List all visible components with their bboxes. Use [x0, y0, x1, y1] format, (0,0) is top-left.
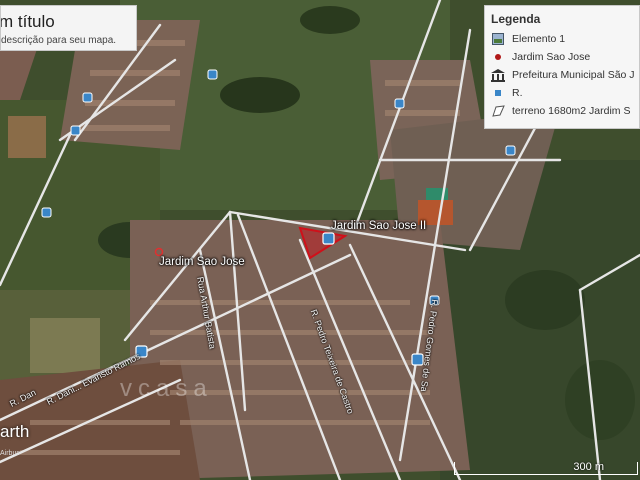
polygon-icon: [491, 104, 505, 118]
legend-title: Legenda: [491, 12, 541, 26]
legend-item-r[interactable]: R.: [491, 84, 639, 102]
imagery-credit: Airbus: [0, 450, 20, 457]
watermark: vcasa: [120, 375, 213, 402]
place-label-jardim[interactable]: Jardim Sao Jose: [159, 256, 245, 268]
map-title: m título: [0, 12, 55, 31]
scale-bar-label: 300 m: [573, 461, 604, 473]
scale-bar: 300 m: [454, 458, 640, 480]
blue-square-icon: [491, 86, 505, 100]
legend-item-prefeitura[interactable]: Prefeitura Municipal São J: [491, 66, 639, 84]
map-title-panel: m título descrição para seu mapa.: [0, 5, 137, 51]
legend-item-label: R.: [512, 87, 523, 99]
government-building-icon: [491, 68, 505, 82]
legend-panel: Legenda Elemento 1 Jardim Sao Jose Prefe…: [484, 5, 640, 129]
legend-item-elemento[interactable]: Elemento 1: [491, 30, 639, 48]
place-label-jardim-ii[interactable]: Jardim Sao Jose II: [331, 220, 426, 232]
image-overlay-icon: [491, 32, 505, 46]
legend-item-label: terreno 1680m2 Jardim S: [512, 105, 631, 117]
legend-item-terreno[interactable]: terreno 1680m2 Jardim S: [491, 102, 639, 120]
legend-item-label: Elemento 1: [512, 33, 566, 45]
legend-item-label: Prefeitura Municipal São J: [512, 69, 635, 81]
google-earth-logo: arth: [0, 422, 30, 441]
legend-item-label: Jardim Sao Jose: [512, 51, 591, 63]
red-dot-icon: [491, 50, 505, 64]
legend-item-jardim[interactable]: Jardim Sao Jose: [491, 48, 639, 66]
map-description: descrição para seu mapa.: [1, 35, 117, 46]
scale-bar-line: [454, 462, 638, 475]
